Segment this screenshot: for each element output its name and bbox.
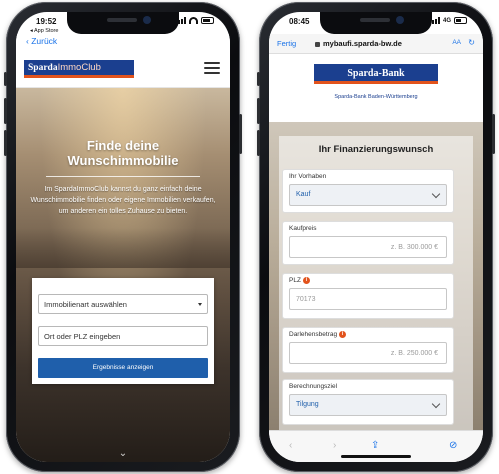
logo-part-immoclub: ImmoClub [57, 62, 101, 73]
caret-down-icon [198, 303, 202, 306]
financing-form-section: Ihr Finanzierungswunsch Ihr Vorhaben Kau… [269, 122, 483, 430]
field-label: Berechnungsziel [289, 383, 338, 390]
darlehensbetrag-label-text: Darlehensbetrag [289, 331, 338, 339]
kaufpreis-input[interactable]: z. B. 300.000 € [289, 236, 447, 258]
field-label: PLZ i [289, 277, 310, 284]
logo-part-sparda: Sparda [28, 62, 58, 73]
right-screen: 08:45 4G Fertig mybaufi.sparda-bw.de AA … [269, 12, 483, 462]
left-phone: 19:52 ◂ App Store ‹ Zurück Sparda ImmoClu… [4, 2, 242, 472]
hamburger-menu-icon[interactable] [204, 62, 220, 74]
bank-header: Sparda-Bank Sparda-Bank Baden-Württember… [269, 54, 483, 122]
hero-title: Finde deine Wunschimmobilie [16, 138, 230, 168]
share-icon[interactable]: ⇪ [371, 440, 379, 451]
battery-icon [454, 17, 467, 24]
volume-down-button [4, 130, 7, 156]
sparda-bank-logo[interactable]: Sparda-Bank [314, 64, 438, 84]
mute-switch [4, 72, 7, 86]
power-button [239, 114, 242, 154]
field-vorhaben: Ihr Vorhaben Kauf [283, 170, 453, 212]
safari-compass-icon[interactable]: ⊘ [449, 440, 457, 451]
vorhaben-select-value: Kauf [296, 191, 311, 198]
form-title: Ihr Finanzierungswunsch [318, 144, 434, 155]
show-results-button[interactable]: Ergebnisse anzeigen [38, 358, 208, 378]
info-icon[interactable]: i [302, 277, 310, 284]
plz-label-text: PLZ [289, 277, 301, 285]
browser-forward-icon[interactable]: › [333, 440, 336, 451]
berechnungsziel-select[interactable]: Tilgung [289, 394, 447, 416]
screenshot-stage: 19:52 ◂ App Store ‹ Zurück Sparda ImmoClu… [0, 0, 499, 474]
field-darlehensbetrag: Darlehensbetrag i z. B. 250.000 € [283, 328, 453, 372]
bank-subtitle: Sparda-Bank Baden-Württemberg [334, 94, 418, 100]
url-text: mybaufi.sparda-bw.de [323, 39, 402, 48]
back-link-label: Zurück [31, 36, 58, 46]
battery-icon [201, 17, 214, 24]
property-type-select-value: Immobilienart auswählen [44, 300, 127, 309]
text-size-button[interactable]: AA [452, 39, 461, 46]
reload-icon[interactable]: ↻ [468, 38, 475, 47]
field-plz: PLZ i 70173 [283, 274, 453, 318]
left-screen: 19:52 ◂ App Store ‹ Zurück Sparda ImmoClu… [16, 12, 230, 462]
browser-back-icon[interactable]: ‹ [289, 440, 292, 451]
lock-icon [315, 41, 320, 47]
app-back-row: ‹ Zurück [16, 34, 230, 50]
chevron-down-icon [431, 189, 441, 199]
scroll-down-icon[interactable]: ⌄ [119, 448, 127, 459]
wifi-icon [189, 17, 198, 24]
plz-input[interactable]: 70173 [289, 288, 447, 310]
field-label: Ihr Vorhaben [289, 173, 327, 180]
property-search-card: Immobilienart auswählen Ort oder PLZ ein… [32, 278, 214, 384]
volume-down-button [257, 130, 260, 156]
hero-section: Finde deine Wunschimmobilie Im SpardaImm… [16, 88, 230, 462]
hero-description: Im SpardaImmoClub kannst du ganz einfach… [30, 186, 216, 215]
done-button[interactable]: Fertig [277, 39, 296, 48]
hero-title-line1: Finde deine [86, 138, 160, 153]
volume-up-button [4, 98, 7, 124]
field-berechnungsziel: Berechnungsziel Tilgung [283, 380, 453, 424]
status-time: 08:45 [289, 17, 310, 26]
field-label: Kaufpreis [289, 225, 317, 232]
status-time: 19:52 [36, 17, 57, 26]
property-type-select[interactable]: Immobilienart auswählen [38, 294, 208, 314]
safari-toolbar: ‹ › ⇪ ⊘ [269, 430, 483, 462]
browser-address-bar: Fertig mybaufi.sparda-bw.de AA ↻ [269, 34, 483, 54]
field-kaufpreis: Kaufpreis z. B. 300.000 € [283, 222, 453, 264]
url-field[interactable]: mybaufi.sparda-bw.de [315, 39, 402, 48]
volume-up-button [257, 98, 260, 124]
notch [320, 12, 432, 34]
back-link[interactable]: ‹ Zurück [26, 36, 57, 46]
hero-divider [46, 176, 200, 177]
site-header: Sparda ImmoClub [16, 50, 230, 88]
field-label: Darlehensbetrag i [289, 331, 347, 339]
location-input[interactable]: Ort oder PLZ eingeben [38, 326, 208, 346]
info-icon[interactable]: i [339, 331, 347, 338]
vorhaben-select[interactable]: Kauf [289, 184, 447, 206]
hero-title-line2: Wunschimmobilie [67, 153, 179, 168]
home-indicator [341, 455, 411, 458]
power-button [492, 114, 495, 154]
sparda-immoclub-logo[interactable]: Sparda ImmoClub [24, 60, 134, 78]
right-phone: 08:45 4G Fertig mybaufi.sparda-bw.de AA … [257, 2, 495, 472]
chevron-down-icon [431, 399, 441, 409]
darlehensbetrag-input[interactable]: z. B. 250.000 € [289, 342, 447, 364]
back-to-app-link[interactable]: ◂ App Store [30, 28, 58, 34]
network-type: 4G [442, 17, 451, 24]
city-skyline-image [16, 228, 230, 268]
mute-switch [257, 72, 260, 86]
berechnungsziel-select-value: Tilgung [296, 401, 319, 408]
notch [67, 12, 179, 34]
